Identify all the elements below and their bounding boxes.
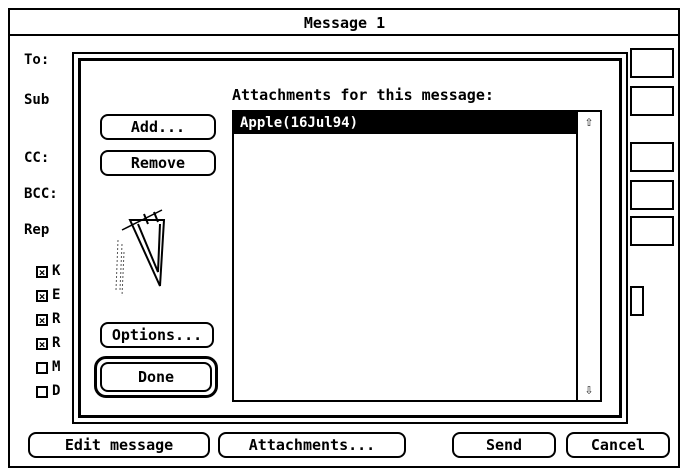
list-scrollbar[interactable]: ⇧ ⇩ xyxy=(576,110,602,402)
checkbox-label: E xyxy=(52,287,61,303)
subject-field[interactable] xyxy=(630,86,674,116)
add-button[interactable]: Add... xyxy=(100,114,216,140)
checkbox-label: D xyxy=(52,383,61,399)
done-button[interactable]: Done xyxy=(100,362,212,392)
paperclip-icon xyxy=(115,209,166,297)
window-title: Message 1 xyxy=(303,14,386,32)
edit-message-button[interactable]: Edit message xyxy=(28,432,210,458)
checkbox[interactable]: × xyxy=(36,290,48,302)
checkbox[interactable] xyxy=(36,362,48,374)
checkbox-label: M xyxy=(52,359,61,375)
attachments-heading: Attachments for this message: xyxy=(232,86,494,104)
reply-label: Rep xyxy=(24,222,50,238)
reply-field[interactable] xyxy=(630,216,674,246)
attachments-button[interactable]: Attachments... xyxy=(218,432,406,458)
send-button[interactable]: Send xyxy=(452,432,556,458)
checkbox[interactable]: × xyxy=(36,314,48,326)
subject-label: Sub xyxy=(24,92,50,108)
checkbox[interactable]: × xyxy=(36,266,48,278)
remove-button[interactable]: Remove xyxy=(100,150,216,176)
to-label: To: xyxy=(24,52,50,68)
cc-field[interactable] xyxy=(630,142,674,172)
checkbox-label: R xyxy=(52,335,61,351)
checkbox[interactable]: × xyxy=(36,338,48,350)
attachments-list[interactable] xyxy=(232,110,602,402)
options-button[interactable]: Options... xyxy=(100,322,214,348)
checkbox[interactable] xyxy=(36,386,48,398)
checkbox-label: K xyxy=(52,263,61,279)
scroll-up-arrow-icon[interactable]: ⇧ xyxy=(578,112,600,132)
cc-label: CC: xyxy=(24,150,50,166)
checkbox-label: R xyxy=(52,311,61,327)
cancel-button[interactable]: Cancel xyxy=(566,432,670,458)
attachment-item[interactable]: Apple(16Jul94) xyxy=(234,112,576,134)
bcc-field[interactable] xyxy=(630,180,674,210)
scroll-down-arrow-icon[interactable]: ⇩ xyxy=(578,380,600,400)
bcc-label: BCC: xyxy=(24,186,58,202)
option-field[interactable] xyxy=(630,286,644,316)
to-field[interactable] xyxy=(630,48,674,78)
